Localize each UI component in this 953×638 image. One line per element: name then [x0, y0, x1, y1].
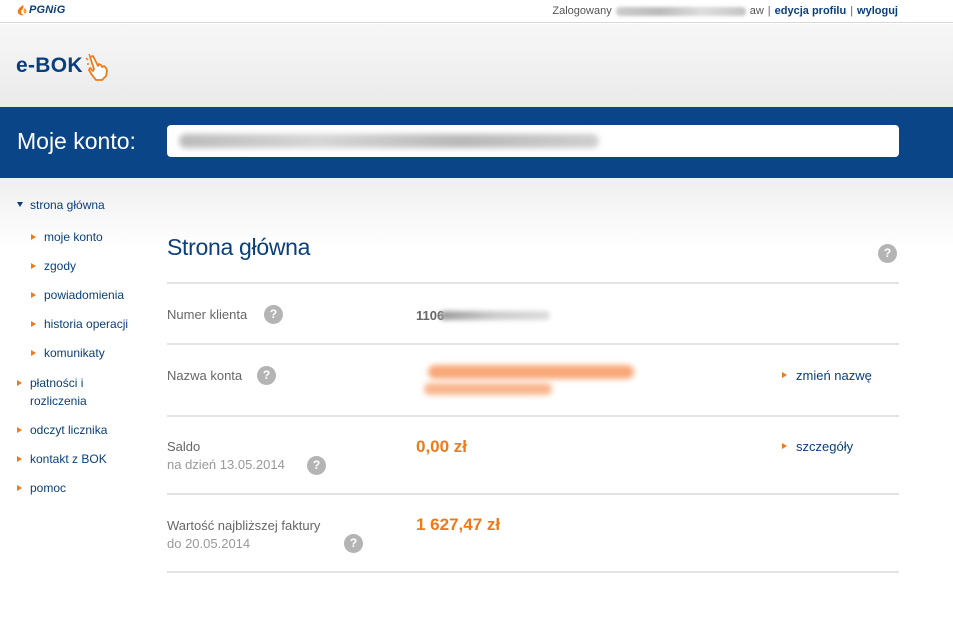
- account-bar: Moje konto:: [0, 107, 953, 178]
- pointing-hand-icon: [85, 54, 108, 81]
- arrow-right-icon: [17, 427, 22, 433]
- divider: [167, 343, 899, 345]
- pgnig-brand-text: PGNiG: [29, 4, 66, 16]
- account-value-redacted: [179, 134, 599, 148]
- header: e-BOK: [0, 24, 953, 107]
- sidebar-item-label: kontakt z BOK: [30, 452, 107, 466]
- help-icon[interactable]: ?: [264, 305, 283, 324]
- account-name-redacted: [424, 365, 634, 399]
- sidebar-item-label: zgody: [44, 259, 77, 273]
- help-icon[interactable]: ?: [307, 456, 326, 475]
- rename-account-label: zmień nazwę: [796, 368, 872, 383]
- arrow-right-icon: [782, 443, 787, 449]
- next-invoice-label: Wartość najbliższej faktury: [167, 518, 321, 533]
- logged-in-label: Zalogowany: [552, 5, 612, 17]
- arrow-right-icon: [31, 321, 36, 327]
- sidebar-item-contact[interactable]: kontakt z BOK: [17, 450, 107, 468]
- sidebar-item-payments[interactable]: płatności i rozliczenia: [17, 374, 87, 410]
- pgnig-logo[interactable]: PGNiG: [17, 4, 65, 16]
- next-invoice-value: 1 627,47 zł: [416, 515, 501, 534]
- arrow-right-icon: [17, 485, 22, 491]
- balance-value: 0,00 zł: [416, 437, 468, 456]
- page-title: Strona główna: [167, 234, 311, 260]
- sidebar-item-my-account[interactable]: moje konto: [31, 228, 103, 246]
- help-icon[interactable]: ?: [257, 366, 276, 385]
- next-invoice-date: do 20.05.2014: [167, 536, 251, 551]
- content-background: [0, 178, 953, 638]
- arrow-right-icon: [782, 372, 787, 378]
- sidebar-item-consents[interactable]: zgody: [31, 257, 76, 275]
- separator: |: [850, 5, 854, 17]
- client-number-value: 1106: [416, 308, 551, 323]
- balance-details-label: szczegóły: [796, 439, 854, 454]
- sidebar-item-messages[interactable]: komunikaty: [31, 344, 105, 362]
- sidebar-item-label: płatności i: [30, 376, 84, 390]
- edit-profile-link[interactable]: edycja profilu: [775, 5, 847, 17]
- account-select[interactable]: [167, 125, 899, 157]
- arrow-right-icon: [17, 380, 22, 386]
- arrow-right-icon: [31, 292, 36, 298]
- help-icon[interactable]: ?: [878, 244, 897, 263]
- arrow-right-icon: [31, 350, 36, 356]
- sidebar-item-help[interactable]: pomoc: [17, 479, 66, 497]
- logout-link[interactable]: wyloguj: [857, 5, 898, 17]
- sidebar-item-home[interactable]: strona główna: [17, 196, 105, 214]
- balance-date: na dzień 13.05.2014: [167, 457, 285, 472]
- help-icon[interactable]: ?: [344, 534, 363, 553]
- balance-details-link[interactable]: szczegóły: [780, 439, 853, 454]
- user-bar: Zalogowany aw | edycja profilu | wyloguj: [552, 5, 898, 17]
- divider: [167, 571, 899, 573]
- divider: [167, 282, 899, 284]
- client-number-label: Numer klienta: [167, 307, 248, 322]
- rename-account-link[interactable]: zmień nazwę: [780, 368, 872, 383]
- chevron-down-icon: [17, 202, 23, 207]
- sidebar-item-label-line2: rozliczenia: [30, 394, 87, 408]
- sidebar-item-label: moje konto: [44, 230, 103, 244]
- sidebar-item-label: odczyt licznika: [30, 423, 108, 437]
- sidebar-item-history[interactable]: historia operacji: [31, 315, 128, 333]
- sidebar-item-label: pomoc: [30, 481, 67, 495]
- client-number-redacted: [440, 311, 551, 320]
- ebok-logo[interactable]: e-BOK: [16, 50, 111, 82]
- logged-in-suffix: aw: [749, 5, 764, 17]
- arrow-right-icon: [17, 456, 22, 462]
- flame-icon: [17, 4, 27, 15]
- account-name-label: Nazwa konta: [167, 368, 243, 383]
- sidebar-item-label: strona główna: [30, 198, 105, 212]
- separator: |: [767, 5, 771, 17]
- divider: [167, 493, 899, 495]
- sidebar-item-notifications[interactable]: powiadomienia: [31, 286, 124, 304]
- arrow-right-icon: [31, 263, 36, 269]
- sidebar-item-label: historia operacji: [44, 317, 129, 331]
- ebok-logo-text: e-BOK: [16, 54, 83, 77]
- sidebar-item-label: komunikaty: [44, 346, 105, 360]
- sidebar-item-meter-reading[interactable]: odczyt licznika: [17, 421, 107, 439]
- divider: [167, 415, 899, 417]
- balance-label: Saldo: [167, 439, 201, 454]
- sidebar-item-label: powiadomienia: [44, 288, 125, 302]
- top-bar: PGNiG Zalogowany aw | edycja profilu | w…: [0, 0, 953, 23]
- arrow-right-icon: [31, 234, 36, 240]
- account-label: Moje konto:: [17, 128, 136, 154]
- username-redacted: [615, 6, 746, 16]
